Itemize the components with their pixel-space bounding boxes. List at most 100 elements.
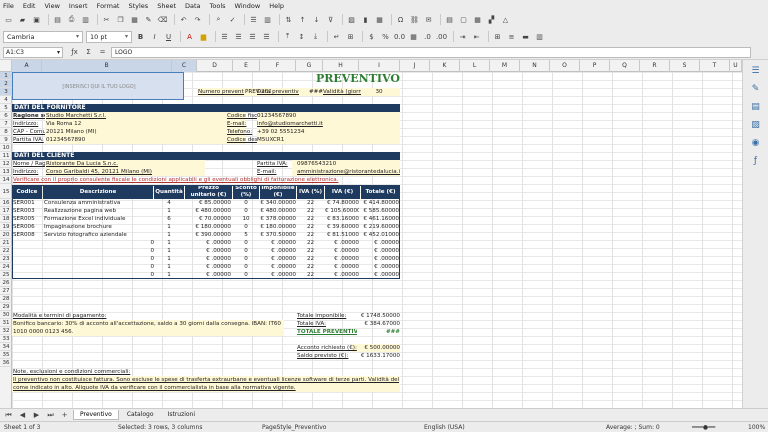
status-language[interactable]: English (USA): [424, 424, 465, 431]
borders-icon[interactable]: ⊞: [492, 31, 503, 42]
sort-descending-icon[interactable]: ↓: [311, 14, 322, 25]
table-cell[interactable]: € .00000: [361, 247, 399, 255]
column-header[interactable]: K: [430, 60, 460, 72]
row-header[interactable]: 34: [0, 343, 12, 351]
table-cell[interactable]: € .00000: [260, 271, 296, 279]
table-cell[interactable]: € .00000: [361, 239, 399, 247]
table-cell[interactable]: 22: [297, 199, 324, 207]
column-header[interactable]: A: [12, 60, 42, 72]
column-header[interactable]: S: [670, 60, 700, 72]
underline-icon[interactable]: U: [163, 31, 174, 42]
cell-grid[interactable]: [INSERISCI QUI IL TUO LOGO] PREVENTIVO N…: [12, 72, 742, 408]
row-header[interactable]: 1: [0, 72, 12, 80]
column-header[interactable]: B: [42, 60, 172, 72]
table-cell[interactable]: € .00000: [260, 247, 296, 255]
table-cell[interactable]: 0: [130, 239, 154, 247]
save-icon[interactable]: ▣: [31, 14, 42, 25]
spelling-icon[interactable]: ✓: [227, 14, 238, 25]
navigator-icon[interactable]: ◉: [750, 138, 762, 150]
row-header[interactable]: 11: [0, 152, 12, 160]
row-header[interactable]: 29: [0, 303, 12, 311]
row-header[interactable]: 2: [0, 80, 12, 88]
conditional-format-icon[interactable]: ▥: [534, 31, 545, 42]
table-cell[interactable]: € 480.00000: [185, 207, 231, 215]
functions-icon[interactable]: ƒ: [750, 156, 762, 168]
menu-view[interactable]: View: [44, 2, 59, 10]
column-header[interactable]: M: [490, 60, 520, 72]
table-cell[interactable]: € 74.80000: [325, 199, 359, 207]
table-cell[interactable]: € .00000: [325, 247, 359, 255]
clear-formatting-icon[interactable]: ⌫: [157, 14, 168, 25]
styles-icon[interactable]: ▤: [750, 102, 762, 114]
table-cell[interactable]: Consulenza amministrativa: [44, 199, 154, 207]
row-icon[interactable]: ☰: [248, 14, 259, 25]
font-color-icon[interactable]: A: [184, 31, 195, 42]
tab-istruzioni[interactable]: Istruzioni: [162, 410, 201, 420]
percent-format-icon[interactable]: %: [380, 31, 391, 42]
tab-preventivo[interactable]: Preventivo: [73, 410, 119, 420]
table-cell[interactable]: 22: [297, 223, 324, 231]
table-cell[interactable]: 22: [297, 271, 324, 279]
formula-input[interactable]: LOGO: [111, 46, 751, 58]
table-cell[interactable]: Formazione Excel individuale: [44, 215, 154, 223]
table-cell[interactable]: € .00000: [325, 255, 359, 263]
table-cell[interactable]: € 70.00000: [185, 215, 231, 223]
row-header[interactable]: 35: [0, 351, 12, 359]
column-icon[interactable]: ▥: [262, 14, 273, 25]
table-cell[interactable]: 0: [233, 247, 259, 255]
column-header[interactable]: I: [359, 60, 400, 72]
menu-format[interactable]: Format: [97, 2, 120, 10]
table-cell[interactable]: 22: [297, 239, 324, 247]
row-header[interactable]: 21: [0, 239, 12, 247]
table-cell[interactable]: € 85.00000: [185, 199, 231, 207]
table-cell[interactable]: 0: [130, 263, 154, 271]
column-header[interactable]: E: [233, 60, 260, 72]
name-box[interactable]: A1:C3 ▾: [3, 46, 63, 58]
table-cell[interactable]: € 340.00000: [260, 199, 296, 207]
table-cell[interactable]: € 81.51000: [325, 231, 359, 239]
row-header[interactable]: 20: [0, 231, 12, 239]
export-pdf-icon[interactable]: ▤: [52, 14, 63, 25]
row-header[interactable]: 33: [0, 335, 12, 343]
sort-icon[interactable]: ⇅: [283, 14, 294, 25]
add-decimal-icon[interactable]: .0: [422, 31, 433, 42]
column-header[interactable]: O: [550, 60, 580, 72]
sidebar-menu-icon[interactable]: ☰: [750, 66, 762, 78]
menu-tools[interactable]: Tools: [210, 2, 226, 10]
table-cell[interactable]: 0: [233, 271, 259, 279]
table-cell[interactable]: SER006: [13, 223, 43, 231]
table-cell[interactable]: 1: [154, 247, 184, 255]
row-header[interactable]: 8: [0, 128, 12, 136]
table-cell[interactable]: Impaginazione brochure: [44, 223, 154, 231]
table-cell[interactable]: € 83.16000: [325, 215, 359, 223]
row-header[interactable]: 14: [0, 176, 12, 184]
table-cell[interactable]: € .00000: [185, 255, 231, 263]
table-cell[interactable]: 1: [154, 255, 184, 263]
table-cell[interactable]: 1: [154, 207, 184, 215]
menu-window[interactable]: Window: [235, 2, 261, 10]
last-sheet-icon[interactable]: ⏭: [45, 410, 56, 421]
menu-help[interactable]: Help: [269, 2, 284, 10]
align-center-icon[interactable]: ☰: [233, 31, 244, 42]
table-cell[interactable]: € 585.60000: [361, 207, 399, 215]
table-cell[interactable]: 10: [233, 215, 259, 223]
row-header[interactable]: 17: [0, 207, 12, 215]
row-header[interactable]: 3: [0, 88, 12, 96]
row-header[interactable]: 10: [0, 144, 12, 152]
align-top-icon[interactable]: ⤒: [282, 31, 293, 42]
column-header[interactable]: P: [580, 60, 610, 72]
italic-icon[interactable]: I: [149, 31, 160, 42]
table-cell[interactable]: € .00000: [361, 271, 399, 279]
menu-insert[interactable]: Insert: [69, 2, 88, 10]
column-header[interactable]: F: [260, 60, 296, 72]
font-size-combo[interactable]: 10 pt ▾: [86, 30, 132, 43]
bold-icon[interactable]: B: [135, 31, 146, 42]
table-cell[interactable]: 22: [297, 263, 324, 271]
next-sheet-icon[interactable]: ▶: [31, 410, 42, 421]
header-footer-icon[interactable]: ▤: [444, 14, 455, 25]
status-zoom[interactable]: 100%: [748, 424, 765, 431]
row-header[interactable]: 19: [0, 223, 12, 231]
row-header[interactable]: 7: [0, 120, 12, 128]
insert-chart-icon[interactable]: ▮: [360, 14, 371, 25]
table-cell[interactable]: € 39.60000: [325, 223, 359, 231]
